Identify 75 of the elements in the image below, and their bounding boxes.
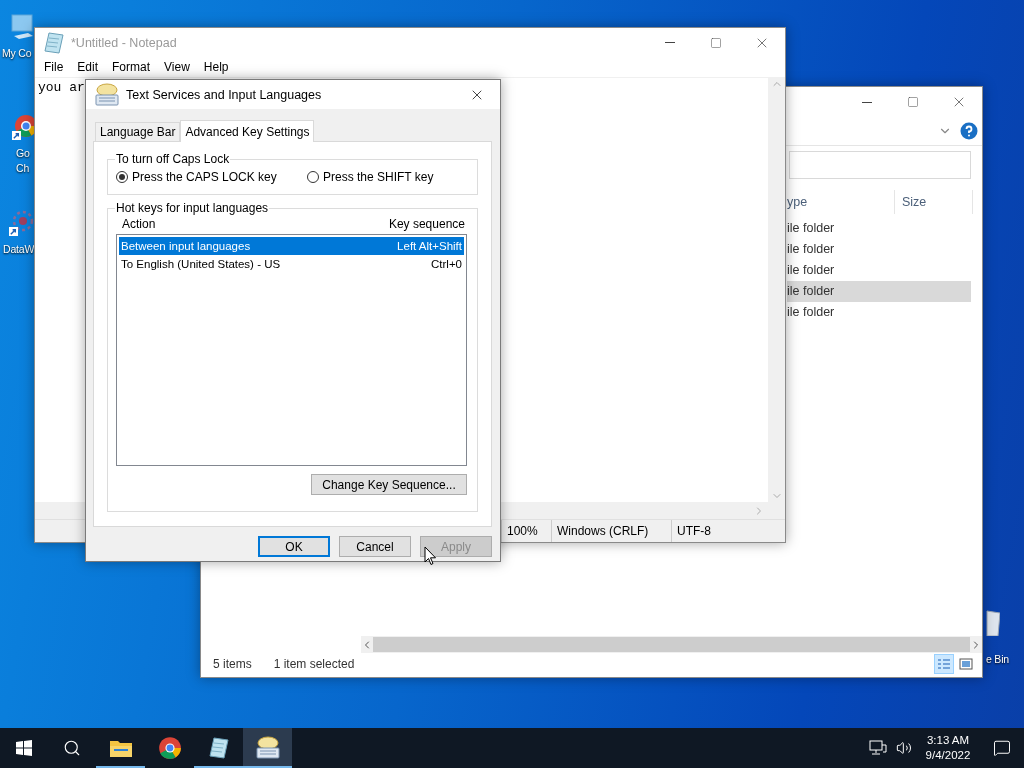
clock[interactable]: 3:13 AM 9/4/2022	[916, 733, 980, 763]
search-icon	[63, 739, 81, 757]
desktop-icon-label[interactable]: Go	[16, 146, 30, 161]
maximize-icon	[907, 96, 919, 108]
radio-option[interactable]: Press the CAPS LOCK key	[116, 170, 307, 184]
date-text: 9/4/2022	[925, 748, 971, 763]
list-row[interactable]: Between input languages Left Alt+Shift	[119, 237, 464, 255]
folder-icon	[108, 738, 133, 758]
column-label: Action	[122, 217, 156, 231]
radio-button[interactable]	[116, 171, 128, 183]
help-icon[interactable]	[960, 122, 978, 140]
file-row[interactable]: ile folder	[787, 239, 971, 260]
desktop-icon-label[interactable]: Ch	[16, 161, 30, 176]
file-row[interactable]: ile folder	[787, 218, 971, 239]
hotkey-list[interactable]: Between input languages Left Alt+Shift To English (United States) - US Ctrl+0	[116, 234, 467, 466]
window-title: Text Services and Input Languages	[126, 87, 322, 102]
shortcut-arrow-icon	[9, 227, 18, 236]
tab[interactable]: Language Bar	[95, 122, 181, 141]
shortcut-arrow-icon	[12, 131, 21, 140]
file-row[interactable]: ile folder	[787, 302, 971, 323]
file-row[interactable]: ile folder	[787, 281, 971, 302]
notepad-icon	[43, 30, 65, 55]
time-text: 3:13 AM	[926, 733, 970, 748]
group-title: To turn off Caps Lock	[115, 152, 231, 166]
desktop-icon-label[interactable]: My Co	[2, 46, 32, 61]
computer-icon[interactable]	[8, 12, 34, 40]
status-text: UTF-8	[671, 520, 783, 542]
group-title: Hot keys for input languages	[115, 201, 270, 215]
tiles-view-icon	[959, 658, 973, 670]
radio-option[interactable]: Press the SHIFT key	[307, 170, 434, 184]
details-view-button[interactable]	[934, 654, 954, 674]
column-header[interactable]: Size	[895, 190, 973, 214]
key-sequence-text: Left Alt+Shift	[397, 240, 462, 252]
menu-item[interactable]: File	[37, 57, 71, 77]
keyboard-balloon-icon	[94, 82, 120, 107]
menu-item[interactable]: Edit	[70, 57, 106, 77]
menu-item[interactable]: Help	[196, 57, 236, 77]
horizontal-scrollbar[interactable]	[361, 636, 982, 653]
notepad-icon	[207, 736, 230, 760]
windows-logo-icon	[16, 740, 32, 756]
dialog-button[interactable]: OK	[258, 536, 330, 557]
document-text: you ar	[38, 80, 85, 95]
column-label: Key sequence	[388, 217, 465, 231]
window-title: *Untitled - Notepad	[71, 35, 177, 50]
column-header[interactable]: ype	[787, 190, 895, 214]
tab[interactable]: Advanced Key Settings	[180, 120, 315, 142]
status-text: Windows (CRLF)	[551, 520, 671, 542]
keyboard-balloon-icon	[254, 736, 281, 760]
mouse-pointer-icon	[424, 546, 437, 566]
notification-icon	[993, 739, 1011, 757]
action-text: Between input languages	[121, 240, 251, 252]
minimize-icon	[665, 42, 675, 43]
recycle-bin-icon[interactable]	[986, 608, 1000, 636]
status-text: 5 items	[213, 657, 252, 671]
radio-button[interactable]	[307, 171, 319, 183]
menu-item[interactable]: Format	[105, 57, 158, 77]
dialog-button[interactable]: Cancel	[339, 536, 411, 557]
list-row[interactable]: To English (United States) - US Ctrl+0	[119, 255, 464, 273]
minimize-icon	[862, 101, 872, 103]
volume-icon[interactable]	[896, 740, 912, 756]
maximize-icon	[710, 36, 722, 49]
key-sequence-text: Ctrl+0	[431, 258, 462, 270]
search-field[interactable]	[789, 151, 971, 179]
chrome-icon	[157, 736, 182, 760]
file-row[interactable]: ile folder	[787, 260, 971, 281]
details-view-icon	[937, 658, 951, 670]
desktop-icon-label[interactable]: DataW	[3, 242, 35, 257]
app-icon[interactable]	[9, 208, 35, 236]
change-key-sequence-button[interactable]: Change Key Sequence...	[311, 474, 467, 495]
taskbar-app-button[interactable]	[243, 728, 292, 768]
network-icon[interactable]	[869, 740, 887, 756]
action-text: To English (United States) - US	[121, 258, 281, 270]
status-text: 1 item selected	[273, 657, 355, 671]
menu-item[interactable]: View	[157, 57, 197, 77]
desktop-icon-label[interactable]: e Bin	[986, 652, 1009, 667]
